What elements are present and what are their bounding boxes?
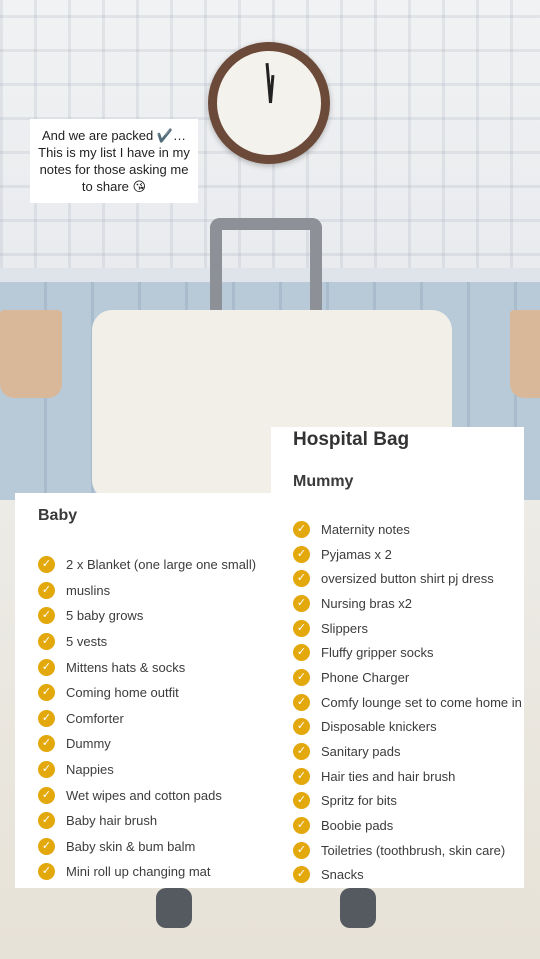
checklist-item-label: Coming home outfit bbox=[66, 685, 179, 701]
hospital-bag-title: Hospital Bag bbox=[293, 429, 410, 450]
checkmark-circle-icon: ✓ bbox=[38, 633, 55, 651]
checkmark-circle-icon: ✓ bbox=[38, 581, 55, 599]
checkmark-circle-icon: ✓ bbox=[38, 607, 55, 625]
checkmark-circle-icon: ✓ bbox=[293, 594, 310, 612]
checkmark-circle-icon: ✓ bbox=[293, 619, 310, 637]
checklist-item: ✓ Comfy lounge set to come home in bbox=[293, 690, 524, 715]
checklist-item-label: oversized button shirt pj dress bbox=[321, 571, 494, 587]
checklist-item-label: Mittens hats & socks bbox=[66, 659, 186, 675]
checklist-item-label: Baby hair brush bbox=[66, 813, 158, 829]
checklist-item-label: Nappies bbox=[66, 762, 114, 778]
checklist-item: ✓ Toiletries (toothbrush, skin care) bbox=[293, 838, 524, 863]
mummy-heading: Mummy bbox=[293, 473, 354, 490]
checklist-item: ✓ Dummy bbox=[38, 731, 290, 757]
checkmark-circle-icon: ✓ bbox=[293, 644, 310, 662]
checkmark-circle-icon: ✓ bbox=[293, 743, 310, 761]
checklist-item-label: Slippers bbox=[321, 620, 368, 636]
checklist-item-label: Sanitary pads bbox=[321, 744, 401, 760]
checkmark-circle-icon: ✓ bbox=[38, 812, 55, 830]
checkmark-circle-icon: ✓ bbox=[293, 866, 310, 884]
checklist-item: ✓ Wet wipes and cotton pads bbox=[38, 782, 290, 808]
checklist-item: ✓ Coming home outfit bbox=[38, 680, 290, 706]
checklist-item: ✓ oversized button shirt pj dress bbox=[293, 566, 524, 591]
checklist-item-label: Disposable knickers bbox=[321, 719, 437, 735]
checkmark-circle-icon: ✓ bbox=[293, 570, 310, 588]
checkmark-circle-icon: ✓ bbox=[38, 786, 55, 804]
checklist-item: ✓ Baby skin & bum balm bbox=[38, 834, 290, 860]
checklist-item-label: 5 vests bbox=[66, 634, 108, 650]
checklist-item-label: muslins bbox=[66, 582, 111, 598]
checkmark-circle-icon: ✓ bbox=[38, 658, 55, 676]
checkmark-circle-icon: ✓ bbox=[293, 668, 310, 686]
checklist-item-label: Pyjamas x 2 bbox=[321, 546, 392, 562]
checklist-item-label: Comforter bbox=[66, 710, 124, 726]
checklist-item: ✓ Phone Charger bbox=[293, 665, 524, 690]
checkmark-circle-icon: ✓ bbox=[38, 863, 55, 881]
checkmark-circle-icon: ✓ bbox=[38, 735, 55, 753]
checklist-item: ✓ Snacks bbox=[293, 863, 524, 888]
checklist-item-label: Boobie pads bbox=[321, 818, 394, 834]
checklist-item: ✓ Pyjamas x 2 bbox=[293, 542, 524, 567]
checkmark-circle-icon: ✓ bbox=[38, 684, 55, 702]
checklist-item: ✓ Comforter bbox=[38, 706, 290, 732]
checklist-item: ✓ Mini roll up changing mat bbox=[38, 859, 290, 885]
checkmark-circle-icon: ✓ bbox=[293, 693, 310, 711]
checklist-item: ✓ Fluffy gripper socks bbox=[293, 640, 524, 665]
checklist-item: ✓ Slippers bbox=[293, 616, 524, 641]
checkmark-circle-icon: ✓ bbox=[293, 817, 310, 835]
baby-heading: Baby bbox=[38, 507, 78, 524]
mummy-checklist: ✓ Maternity notes ✓ Pyjamas x 2 ✓ oversized b… bbox=[293, 517, 524, 887]
checklist-item: ✓ Sanitary pads bbox=[293, 739, 524, 764]
checklist-item: ✓ muslins bbox=[38, 578, 290, 604]
checklist-item-label: Snacks bbox=[321, 867, 364, 883]
checklist-item: ✓ Boobie pads bbox=[293, 813, 524, 838]
checklist-item: ✓ Baby hair brush bbox=[38, 808, 290, 834]
suitcase-wheel bbox=[156, 888, 192, 928]
checkmark-circle-icon: ✓ bbox=[293, 792, 310, 810]
checklist-item-label: Toiletries (toothbrush, skin care) bbox=[321, 842, 506, 858]
checkmark-circle-icon: ✓ bbox=[293, 545, 310, 563]
story-caption: And we are packed ✔️… This is my list I … bbox=[30, 119, 198, 203]
checklist-item: ✓ Disposable knickers bbox=[293, 715, 524, 740]
checklist-item-label: Spritz for bits bbox=[321, 793, 397, 809]
checkmark-circle-icon: ✓ bbox=[38, 837, 55, 855]
checklist-item-label: Wet wipes and cotton pads bbox=[66, 787, 222, 803]
checklist-item-label: Dummy bbox=[66, 736, 111, 752]
checklist-item: ✓ 2 x Blanket (one large one small) bbox=[38, 552, 290, 578]
checkmark-circle-icon: ✓ bbox=[293, 520, 310, 538]
checklist-item-label: Phone Charger bbox=[321, 669, 410, 685]
checklist-item: ✓ Nursing bras x2 bbox=[293, 591, 524, 616]
checklist-item-label: Nursing bras x2 bbox=[321, 595, 413, 611]
checkmark-circle-icon: ✓ bbox=[38, 556, 55, 574]
checklist-item: ✓ 5 vests bbox=[38, 629, 290, 655]
basket-image bbox=[0, 310, 62, 398]
checklist-item-label: Maternity notes bbox=[321, 521, 410, 537]
checkmark-circle-icon: ✓ bbox=[38, 761, 55, 779]
checklist-item: ✓ Mittens hats & socks bbox=[38, 654, 290, 680]
checkmark-circle-icon: ✓ bbox=[293, 841, 310, 859]
baby-list-card: Baby ✓ 2 x Blanket (one large one small) ✓… bbox=[15, 493, 290, 888]
checklist-item-label: 5 baby grows bbox=[66, 608, 144, 624]
checklist-item-label: Fluffy gripper socks bbox=[321, 645, 434, 661]
checkmark-circle-icon: ✓ bbox=[293, 767, 310, 785]
checkmark-circle-icon: ✓ bbox=[293, 718, 310, 736]
checklist-item-label: Comfy lounge set to come home in bbox=[321, 694, 522, 710]
baby-checklist: ✓ 2 x Blanket (one large one small) ✓ musli… bbox=[38, 552, 290, 885]
checklist-item: ✓ Spritz for bits bbox=[293, 789, 524, 814]
checklist-item: ✓ Nappies bbox=[38, 757, 290, 783]
checklist-item-label: 2 x Blanket (one large one small) bbox=[66, 557, 257, 573]
checklist-item: ✓ Maternity notes bbox=[293, 517, 524, 542]
checkmark-circle-icon: ✓ bbox=[38, 709, 55, 727]
checklist-item-label: Hair ties and hair brush bbox=[321, 768, 456, 784]
basket-image bbox=[510, 310, 540, 398]
checklist-item: ✓ Hair ties and hair brush bbox=[293, 764, 524, 789]
checklist-item: ✓ 5 baby grows bbox=[38, 603, 290, 629]
suitcase-wheel bbox=[340, 888, 376, 928]
clock-image bbox=[208, 42, 330, 164]
checklist-item-label: Mini roll up changing mat bbox=[66, 864, 211, 880]
checklist-item-label: Baby skin & bum balm bbox=[66, 838, 196, 854]
hospital-bag-card: Hospital Bag Mummy ✓ Maternity notes ✓ Pyja… bbox=[271, 427, 524, 888]
